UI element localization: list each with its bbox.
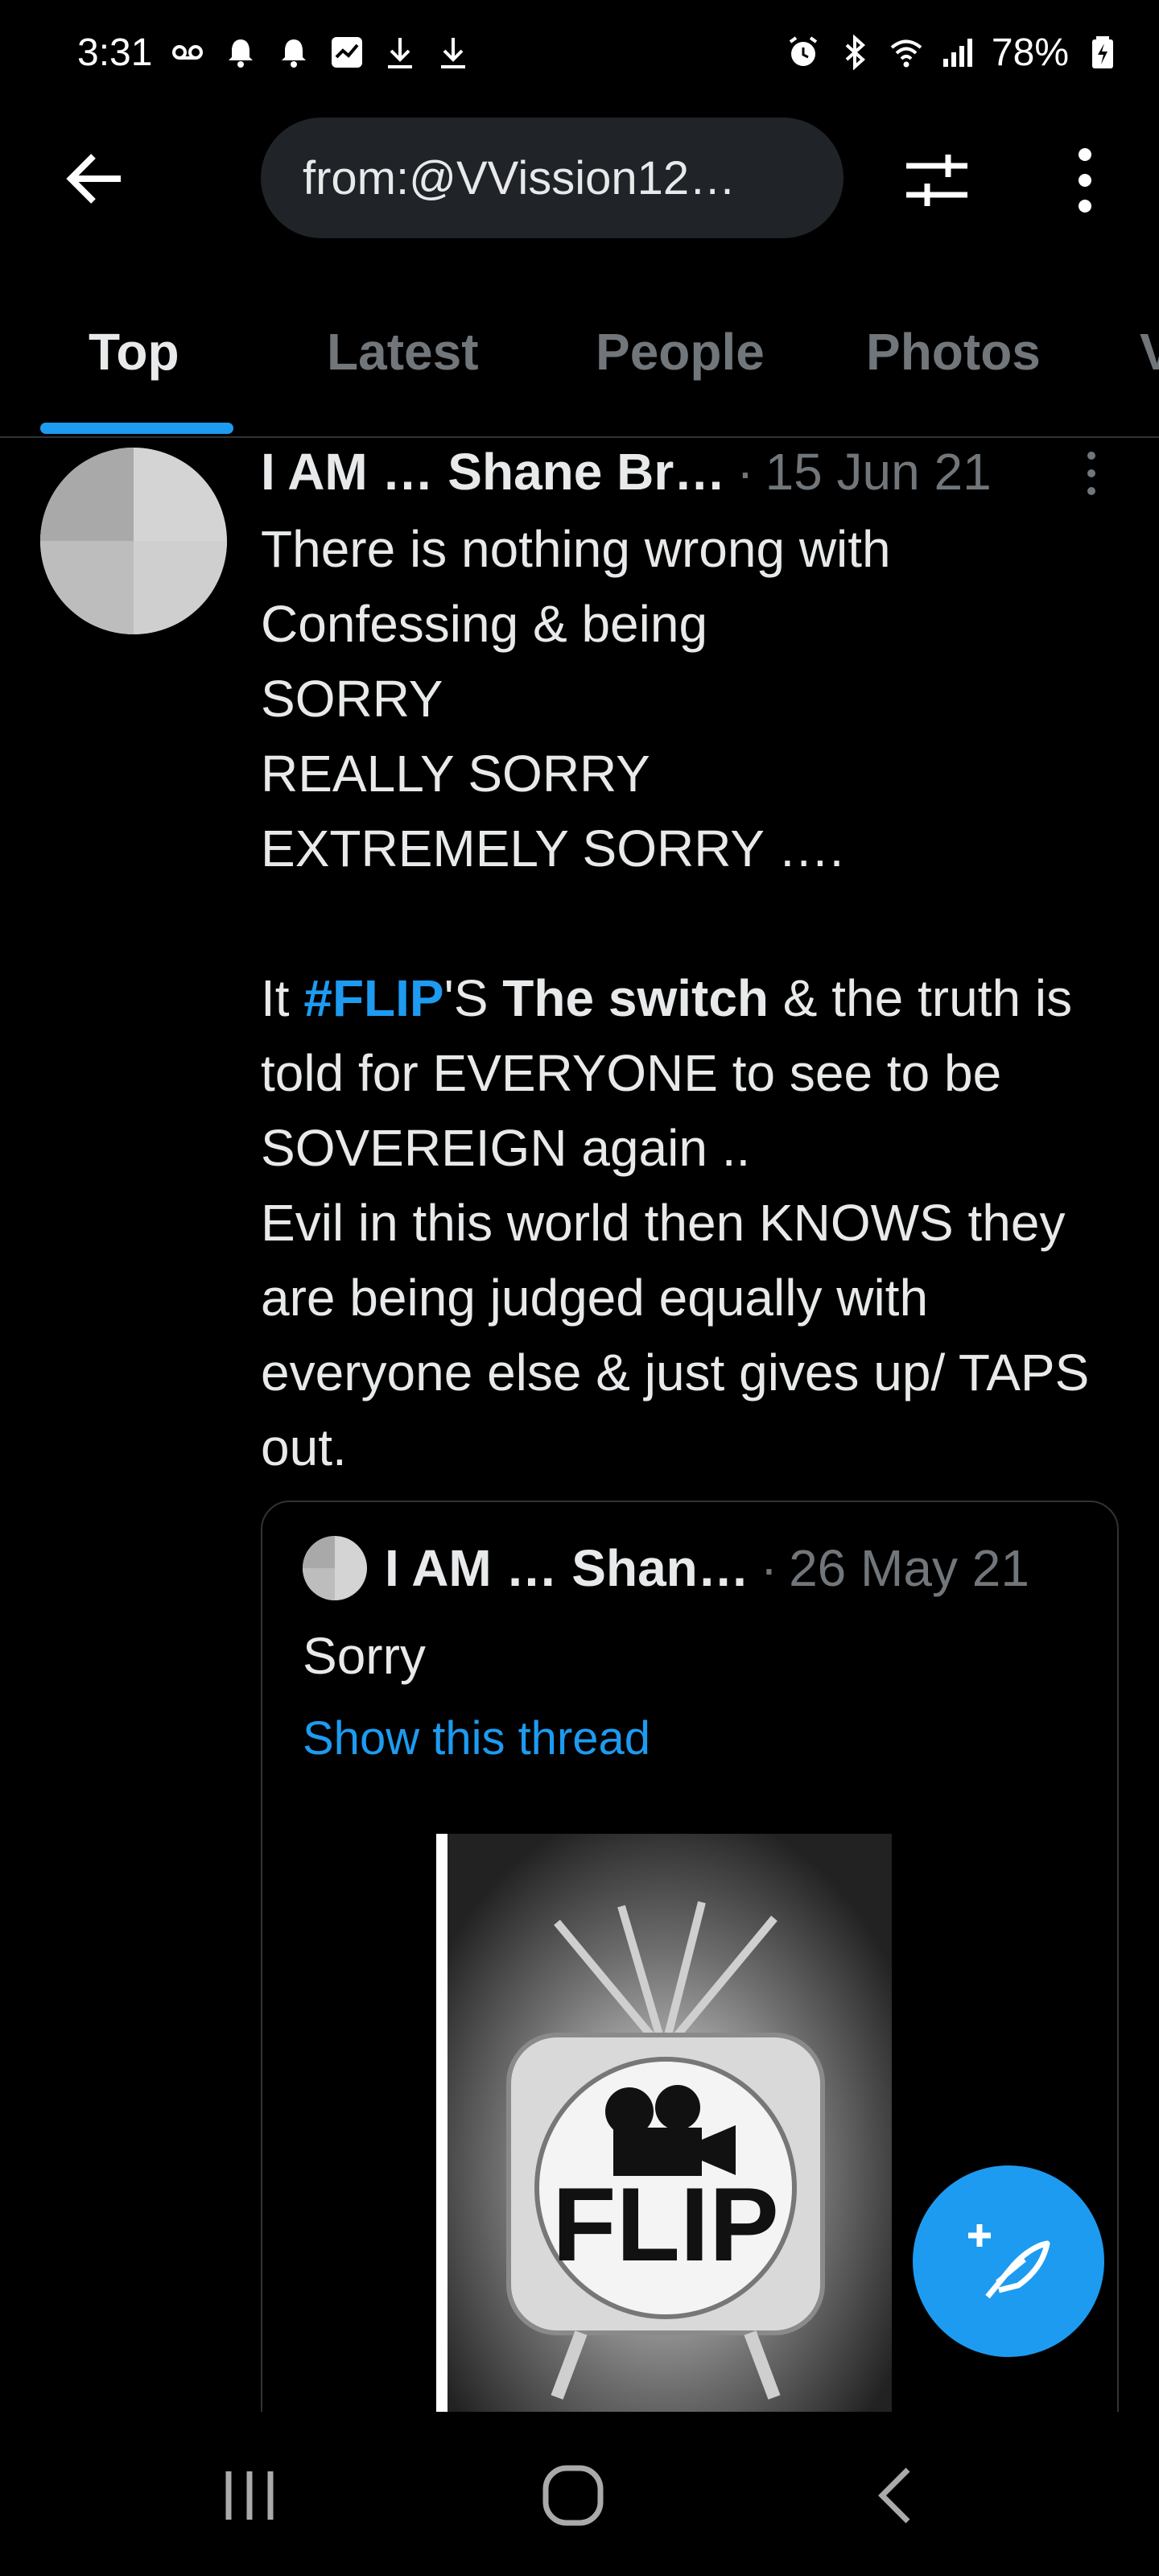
search-tabs: Top Latest People Photos V	[0, 306, 1159, 438]
tweet-header: I AM … Shane Br… · 15 Jun 21	[261, 440, 1114, 504]
quoted-author-name: I AM … Shan…	[385, 1539, 749, 1597]
chevron-left-icon	[878, 2467, 910, 2524]
avatar	[303, 1536, 367, 1600]
separator-dot: ·	[736, 443, 754, 501]
quoted-tweet-text: Sorry	[303, 1627, 426, 1685]
search-input[interactable]: from:@VVission12…	[261, 118, 843, 238]
home-button[interactable]	[533, 2455, 613, 2536]
quoted-tweet-date: 26 May 21	[789, 1539, 1029, 1597]
sliders-icon	[906, 155, 967, 206]
status-time: 3:31	[77, 31, 153, 74]
status-bar: 3:31 78%	[0, 0, 1159, 105]
text-span: It	[261, 969, 304, 1027]
tweet[interactable]: I AM … Shane Br… · 15 Jun 21 There is no…	[0, 440, 1159, 2412]
home-icon	[542, 2465, 604, 2526]
chart-icon	[329, 35, 365, 70]
tab-photos[interactable]: Photos	[866, 322, 1041, 382]
download-icon	[435, 35, 471, 70]
tab-people[interactable]: People	[596, 322, 765, 382]
tweet-date[interactable]: 15 Jun 21	[765, 442, 992, 502]
more-vertical-icon	[1087, 452, 1095, 495]
bold-text: The switch	[502, 969, 769, 1027]
hashtag-link[interactable]: #FLIP	[303, 969, 443, 1027]
arrow-left-icon	[66, 154, 121, 204]
alarm-icon	[786, 35, 821, 70]
battery-icon	[1085, 35, 1120, 70]
quoted-tweet-header: I AM … Shan… · 26 May 21	[303, 1536, 1029, 1600]
app-bar: from:@VVission12…	[0, 113, 1159, 245]
system-back-button[interactable]	[856, 2455, 937, 2536]
separator-dot: ·	[760, 1539, 778, 1597]
tweet-text: There is nothing wrong with Confessing & …	[261, 512, 1130, 1485]
text-span: & the truth is told for EVERYONE to see …	[261, 969, 1090, 1476]
text-span: 'S	[443, 969, 503, 1027]
back-button[interactable]	[61, 145, 129, 213]
tweet-line: SORRY	[261, 670, 443, 728]
tab-top[interactable]: Top	[89, 322, 179, 382]
more-vertical-icon	[1079, 148, 1091, 213]
tweet-line: Confessing & being	[261, 595, 708, 653]
battery-percentage: 78%	[991, 31, 1069, 74]
tweet-paragraph: It #FLIP'S The switch & the truth is tol…	[261, 961, 1130, 1485]
tab-videos[interactable]: V	[1140, 322, 1159, 382]
avatar[interactable]	[40, 448, 227, 634]
more-options-button[interactable]	[1046, 142, 1124, 219]
search-filter-button[interactable]	[898, 142, 975, 219]
recent-apps-button[interactable]	[209, 2455, 290, 2536]
download-icon	[382, 35, 418, 70]
tweet-line: There is nothing wrong with	[261, 520, 891, 578]
tweet-line: REALLY SORRY	[261, 745, 650, 803]
bluetooth-icon	[837, 35, 872, 70]
bell-icon	[223, 35, 258, 70]
signal-icon	[940, 35, 975, 70]
author-name[interactable]: I AM … Shane Br…	[261, 442, 725, 502]
voicemail-icon	[170, 35, 205, 70]
system-navigation-bar	[0, 2412, 1159, 2576]
compose-tweet-button[interactable]	[913, 2165, 1104, 2357]
wifi-icon	[889, 35, 924, 70]
compose-feather-icon	[968, 2224, 1050, 2299]
tab-latest[interactable]: Latest	[327, 322, 479, 382]
tweet-options-button[interactable]	[1067, 443, 1116, 504]
show-thread-link[interactable]: Show this thread	[303, 1711, 650, 1765]
tweet-line: EXTREMELY SORRY ….	[261, 819, 844, 877]
bell-icon	[276, 35, 311, 70]
recent-apps-icon	[225, 2471, 274, 2520]
quoted-tweet-image[interactable]: FLIP	[436, 1834, 892, 2412]
active-tab-indicator	[40, 423, 233, 434]
flip-logo-text: FLIP	[552, 2165, 779, 2283]
